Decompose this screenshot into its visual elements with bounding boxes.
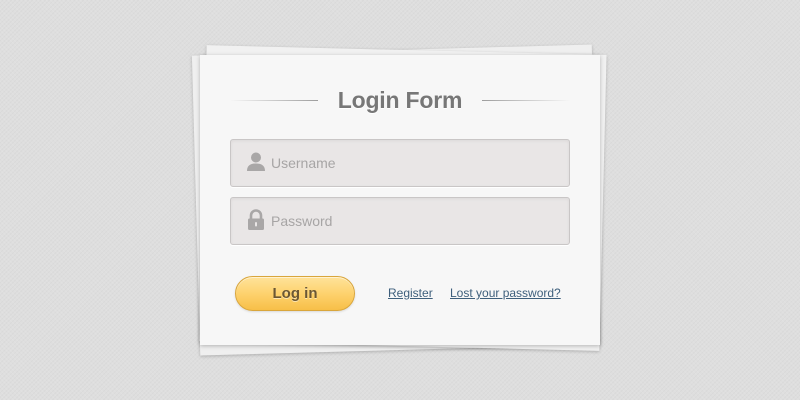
login-card: Login Form Log in Register Lost your pas…: [200, 55, 600, 345]
user-icon: [246, 151, 266, 173]
title-divider-right: [482, 100, 570, 101]
username-field[interactable]: [230, 139, 570, 187]
register-link[interactable]: Register: [388, 286, 433, 300]
password-field[interactable]: [230, 197, 570, 245]
login-button[interactable]: Log in: [235, 276, 355, 311]
password-input[interactable]: [271, 198, 561, 244]
lost-password-link[interactable]: Lost your password?: [450, 286, 561, 300]
username-input[interactable]: [271, 140, 561, 186]
title-row: Login Form: [230, 85, 570, 117]
lock-icon: [246, 209, 266, 231]
